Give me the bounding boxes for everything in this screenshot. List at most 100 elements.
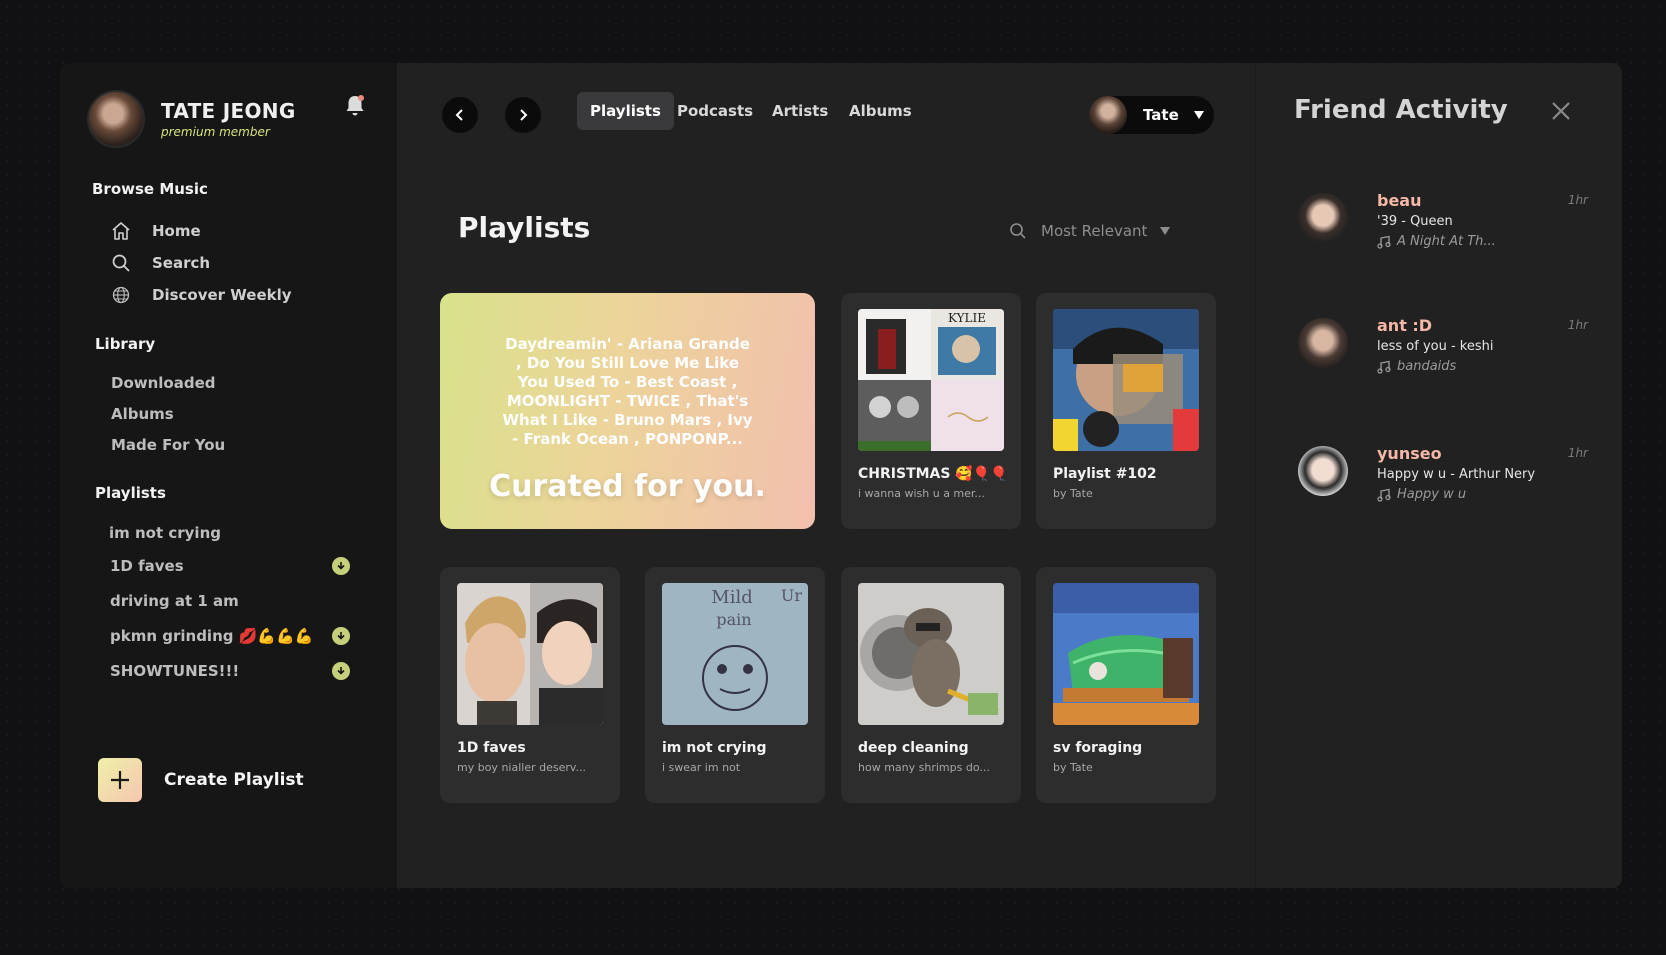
library-item-made-for-you[interactable]: Made For You — [111, 436, 225, 454]
playlist-card[interactable]: Playlist #102 by Tate — [1036, 293, 1216, 529]
nav-label: Home — [152, 222, 201, 240]
avatar[interactable] — [1298, 318, 1348, 368]
cover-text-un: Ur — [781, 586, 802, 605]
friend-time: 1hr — [1567, 446, 1588, 460]
playlist-label: im not crying — [109, 524, 221, 542]
card-subtitle: i swear im not — [662, 761, 741, 774]
chevron-left-icon — [455, 109, 463, 121]
friend-source[interactable]: bandaids — [1377, 359, 1456, 374]
friend-time: 1hr — [1567, 318, 1588, 332]
nav-home[interactable]: Home — [110, 220, 201, 242]
downloaded-icon — [332, 557, 350, 575]
sort-dropdown[interactable]: Most Relevant — [1009, 222, 1171, 240]
card-subtitle: by Tate — [1053, 761, 1093, 774]
caret-down-icon — [1160, 227, 1171, 235]
music-note-icon — [1377, 235, 1391, 249]
globe-icon — [110, 284, 132, 306]
plus-icon[interactable] — [98, 758, 142, 802]
nav-label: Search — [152, 254, 211, 272]
tab-albums[interactable]: Albums — [836, 92, 925, 130]
friend-time: 1hr — [1567, 193, 1588, 207]
nav-discover-weekly[interactable]: Discover Weekly — [110, 284, 292, 306]
sidebar-playlist-item[interactable]: driving at 1 am — [110, 592, 350, 610]
sidebar-playlist-item[interactable]: SHOWTUNES!!! — [110, 662, 350, 680]
playlist-card[interactable]: KYLIE CHRISTMAS 🥰🎈🎈 i wanna wish u a mer… — [841, 293, 1021, 529]
playlist-cover: KYLIE — [858, 309, 1004, 451]
library-item-downloaded[interactable]: Downloaded — [111, 374, 216, 392]
create-playlist[interactable]: Create Playlist — [98, 758, 304, 802]
caret-down-icon — [1193, 111, 1204, 119]
friend-activity-item[interactable]: beau 1hr '39 - Queen A Night At Th... — [1298, 191, 1588, 261]
card-subtitle: how many shrimps do... — [858, 761, 990, 774]
tab-artists[interactable]: Artists — [759, 92, 841, 130]
library-item-albums[interactable]: Albums — [111, 405, 174, 423]
forward-button[interactable] — [505, 97, 541, 133]
cover-text-pain: pain — [716, 610, 751, 629]
card-title: im not crying — [662, 740, 767, 756]
playlist-cover — [457, 583, 603, 725]
user-menu[interactable]: Tate — [1089, 96, 1214, 134]
friend-song[interactable]: Happy w u - Arthur Nery — [1377, 467, 1535, 482]
friend-activity-item[interactable]: yunseo 1hr Happy w u - Arthur Nery Happy… — [1298, 444, 1588, 514]
sidebar-playlist-item[interactable]: im not crying — [109, 524, 349, 542]
bell-icon[interactable] — [343, 93, 367, 119]
search-icon[interactable] — [1009, 222, 1027, 240]
friend-source-label: bandaids — [1397, 359, 1457, 374]
playlist-cover — [1053, 583, 1199, 725]
friend-name[interactable]: yunseo — [1377, 444, 1442, 463]
main-content: Playlists Podcasts Artists Albums Tate P… — [397, 63, 1255, 888]
avatar[interactable] — [1298, 193, 1348, 243]
user-name: Tate — [1143, 106, 1179, 124]
nav-label: Discover Weekly — [152, 286, 292, 304]
friend-activity-panel: Friend Activity beau 1hr '39 - Queen A N… — [1255, 63, 1622, 888]
avatar — [1089, 96, 1127, 134]
card-title: 1D faves — [457, 740, 526, 756]
library-title: Library — [95, 335, 156, 353]
playlist-cover: Mild pain Ur — [662, 583, 808, 725]
tab-podcasts[interactable]: Podcasts — [664, 92, 766, 130]
sort-label: Most Relevant — [1041, 222, 1148, 240]
playlist-cover — [1053, 309, 1199, 451]
create-playlist-label: Create Playlist — [164, 770, 304, 790]
sidebar: TATE JEONG premium member Browse Music H… — [60, 63, 397, 888]
card-title: CHRISTMAS 🥰🎈🎈 — [858, 466, 1008, 482]
friend-song[interactable]: less of you - keshi — [1377, 339, 1493, 354]
friend-source[interactable]: Happy w u — [1377, 487, 1466, 502]
playlist-label: 1D faves — [110, 557, 184, 575]
back-button[interactable] — [442, 97, 478, 133]
curated-feature-card[interactable]: Daydreamin' - Ariana Grande , Do You Sti… — [440, 293, 815, 529]
playlist-card[interactable]: sv foraging by Tate — [1036, 567, 1216, 803]
friend-source-label: A Night At Th... — [1397, 234, 1496, 249]
music-note-icon — [1377, 360, 1391, 374]
friend-activity-item[interactable]: ant :D 1hr less of you - keshi bandaids — [1298, 316, 1588, 386]
friend-source-label: Happy w u — [1397, 487, 1467, 502]
cover-text-mild: Mild — [711, 587, 752, 608]
playlist-label: driving at 1 am — [110, 592, 239, 610]
playlist-label: pkmn grinding 💋💪💪💪 — [110, 627, 314, 645]
playlist-card[interactable]: Mild pain Ur im not crying i swear im no… — [645, 567, 825, 803]
playlist-card[interactable]: 1D faves my boy nialler deserv... — [440, 567, 620, 803]
nav-search[interactable]: Search — [110, 252, 210, 274]
friend-source[interactable]: A Night At Th... — [1377, 234, 1496, 249]
playlist-cover — [858, 583, 1004, 725]
downloaded-icon — [332, 662, 350, 680]
search-icon — [110, 252, 132, 274]
sidebar-playlist-item[interactable]: pkmn grinding 💋💪💪💪 — [110, 627, 350, 645]
friend-song[interactable]: '39 - Queen — [1377, 214, 1453, 229]
playlist-card[interactable]: deep cleaning how many shrimps do... — [841, 567, 1021, 803]
friend-name[interactable]: ant :D — [1377, 316, 1432, 335]
friend-activity-title: Friend Activity — [1294, 95, 1508, 125]
kylie-cover-text: KYLIE — [948, 311, 986, 325]
friend-name[interactable]: beau — [1377, 191, 1422, 210]
card-title: Playlist #102 — [1053, 466, 1157, 482]
music-note-icon — [1377, 488, 1391, 502]
avatar[interactable] — [1298, 446, 1348, 496]
avatar[interactable] — [87, 90, 145, 148]
profile-subtitle: premium member — [161, 125, 270, 139]
curated-songs: Daydreamin' - Ariana Grande , Do You Sti… — [502, 335, 753, 448]
close-icon[interactable] — [1549, 99, 1573, 123]
chevron-right-icon — [520, 109, 528, 121]
sidebar-playlist-item[interactable]: 1D faves — [110, 557, 350, 575]
profile[interactable]: TATE JEONG premium member — [87, 90, 296, 148]
tab-playlists[interactable]: Playlists — [577, 92, 674, 130]
